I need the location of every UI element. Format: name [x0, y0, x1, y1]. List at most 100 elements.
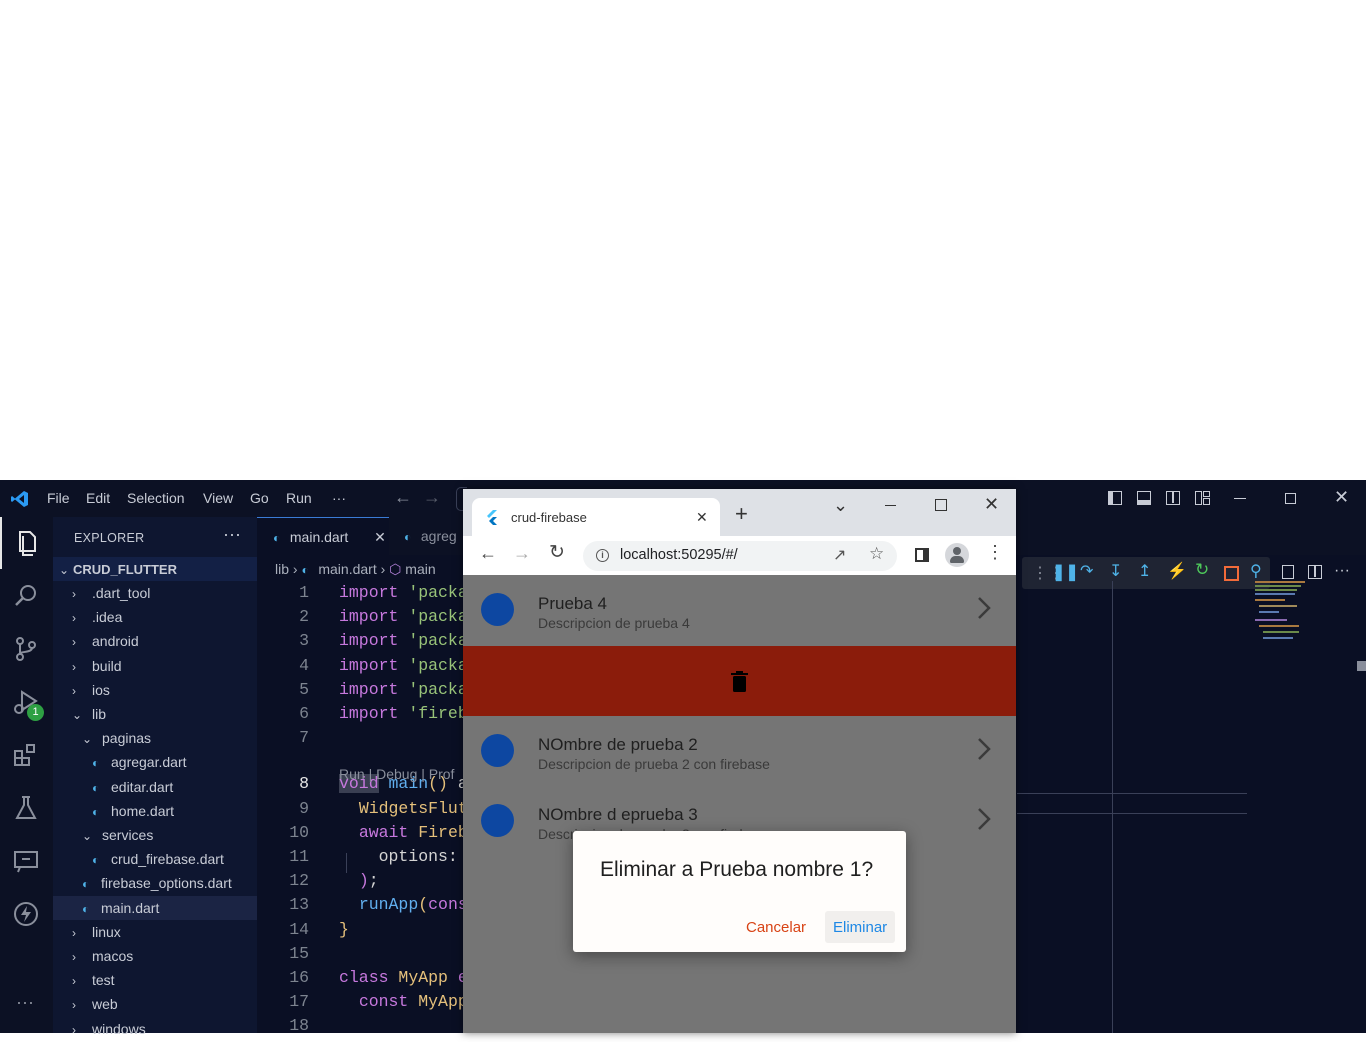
customize-layout-icon[interactable] — [1195, 491, 1210, 505]
codelens[interactable]: Run | Debug | Prof — [339, 766, 454, 782]
remote-explorer-icon[interactable] — [12, 847, 40, 875]
new-tab-icon[interactable]: + — [735, 501, 748, 527]
toggle-sidebar-icon[interactable] — [1108, 491, 1122, 505]
breadcrumb-file[interactable]: main.dart — [318, 561, 376, 577]
minimize-icon[interactable] — [1234, 498, 1246, 499]
source-control-icon[interactable] — [12, 635, 40, 663]
open-device-icon[interactable] — [1282, 565, 1294, 579]
browser-close-icon[interactable]: ✕ — [984, 494, 999, 515]
dart-file-icon: ◐ — [82, 877, 90, 892]
tree-item-label: crud_firebase.dart — [111, 851, 224, 868]
tree-file[interactable]: ◐ home.dart — [53, 799, 257, 823]
chevron-right-icon: › — [72, 635, 76, 650]
chevron-right-icon: › — [72, 587, 76, 601]
hot-reload-icon[interactable]: ⚡ — [1167, 561, 1187, 581]
bookmark-star-icon[interactable]: ☆ — [869, 544, 884, 564]
tab-main-dart[interactable]: ◐ main.dart ✕ — [257, 517, 389, 556]
stop-icon[interactable] — [1224, 566, 1239, 581]
tree-folder[interactable]: › ios — [53, 678, 257, 702]
tree-folder[interactable]: › web — [53, 992, 257, 1016]
tree-file[interactable]: ◐ crud_firebase.dart — [53, 847, 257, 871]
tree-folder[interactable]: › .dart_tool — [53, 581, 257, 605]
side-panel-icon[interactable] — [915, 548, 929, 562]
toggle-secondary-sidebar-icon[interactable] — [1166, 491, 1180, 505]
tree-folder[interactable]: › macos — [53, 944, 257, 968]
back-icon[interactable]: ← — [479, 543, 497, 564]
nav-forward-icon[interactable]: → — [423, 487, 441, 508]
nav-back-icon[interactable]: ← — [394, 487, 412, 508]
tab-close-icon[interactable]: ✕ — [374, 529, 386, 545]
minimap[interactable] — [1255, 581, 1307, 651]
menu-more[interactable]: ··· — [332, 490, 346, 506]
explorer-icon[interactable] — [12, 529, 40, 557]
devtools-search-icon[interactable]: ⚲ — [1250, 561, 1262, 581]
profile-avatar-icon[interactable] — [945, 543, 969, 567]
menu-edit[interactable]: Edit — [86, 490, 110, 506]
search-icon[interactable] — [12, 582, 40, 610]
code-area[interactable]: 1 import 'packa 2 import 'packa 3 import 'pac… — [257, 583, 468, 1035]
step-out-icon[interactable]: ↥ — [1138, 561, 1151, 581]
tree-folder[interactable]: › android — [53, 629, 257, 653]
tab-agregar[interactable]: ◐ agreg — [390, 517, 470, 555]
menu-selection[interactable]: Selection — [127, 490, 185, 506]
browser-maximize-icon[interactable] — [935, 499, 947, 511]
flutter-devtools-icon[interactable] — [12, 900, 40, 928]
site-info-icon[interactable]: i — [596, 549, 609, 562]
tree-file[interactable]: ◐ main.dart — [53, 895, 257, 920]
extensions-icon[interactable] — [12, 741, 40, 769]
pause-icon[interactable]: ❚❚ — [1052, 562, 1079, 582]
address-bar[interactable]: i localhost:50295/#/ ↗ ☆ — [583, 541, 897, 571]
share-icon[interactable]: ↗ — [833, 545, 846, 565]
toggle-panel-icon[interactable] — [1137, 491, 1151, 505]
restore-icon[interactable] — [1285, 493, 1296, 504]
menu-file[interactable]: File — [47, 490, 70, 506]
reload-icon[interactable]: ↻ — [549, 541, 565, 564]
menu-go[interactable]: Go — [250, 490, 269, 506]
testing-icon[interactable] — [12, 794, 40, 822]
tree-folder[interactable]: ⌄ services — [53, 823, 257, 847]
browser-minimize-icon[interactable] — [885, 505, 896, 506]
breadcrumb-symbol[interactable]: main — [405, 561, 435, 577]
cancel-button[interactable]: Cancelar — [746, 919, 806, 936]
trash-icon — [731, 671, 748, 692]
split-editor-icon[interactable] — [1308, 565, 1322, 579]
tree-folder[interactable]: ⌄ paginas — [53, 726, 257, 750]
tree-file[interactable]: ◐ firebase_options.dart — [53, 871, 257, 895]
step-over-icon[interactable]: ↷ — [1080, 561, 1093, 581]
explorer-more-icon[interactable]: ··· — [223, 524, 241, 545]
dialog-question: Eliminar a Prueba nombre 1? — [600, 858, 874, 881]
tree-folder[interactable]: › windows — [53, 1017, 257, 1041]
tab-search-icon[interactable]: ⌄ — [833, 495, 848, 516]
scrollbar-thumb[interactable] — [1357, 661, 1366, 671]
tree-folder[interactable]: › test — [53, 968, 257, 992]
tree-item-label: services — [102, 827, 154, 843]
line-number: 5 — [299, 679, 309, 699]
confirm-button[interactable]: Eliminar — [833, 919, 887, 936]
line-highlight-border — [1017, 813, 1247, 814]
tree-folder[interactable]: › linux — [53, 920, 257, 944]
menu-run[interactable]: Run — [286, 490, 312, 506]
tree-folder[interactable]: ⌄ lib — [53, 702, 257, 726]
chevron-right-icon: › — [72, 974, 76, 989]
list-item[interactable]: NOmbre de prueba 2 Descripcion de prueba… — [463, 716, 1016, 786]
browser-tab-close-icon[interactable]: ✕ — [696, 509, 708, 526]
close-window-icon[interactable]: ✕ — [1334, 487, 1349, 508]
list-item[interactable]: Prueba 4 Descripcion de prueba 4 — [463, 575, 1016, 645]
tree-folder[interactable]: › .idea — [53, 605, 257, 629]
editor-more-icon[interactable]: ··· — [1334, 562, 1350, 580]
tree-root[interactable]: ⌄ CRUD_FLUTTER — [53, 557, 257, 581]
tree-file[interactable]: ◐ agregar.dart — [53, 750, 257, 774]
step-into-icon[interactable]: ↧ — [1109, 561, 1122, 581]
restart-icon[interactable]: ↻ — [1195, 560, 1209, 580]
breadcrumb-lib[interactable]: lib — [275, 561, 289, 577]
more-views-icon[interactable]: ··· — [16, 992, 34, 1013]
forward-icon[interactable]: → — [513, 543, 531, 564]
chrome-menu-icon[interactable]: ⋮ — [986, 542, 1004, 563]
tree-item-label: test — [92, 972, 115, 989]
menu-view[interactable]: View — [203, 490, 233, 506]
avatar — [481, 734, 514, 767]
tree-item-label: .dart_tool — [92, 585, 151, 601]
browser-tab[interactable]: crud-firebase ✕ — [472, 498, 720, 536]
tree-folder[interactable]: › build — [53, 654, 257, 678]
tree-file[interactable]: ◐ editar.dart — [53, 775, 257, 799]
